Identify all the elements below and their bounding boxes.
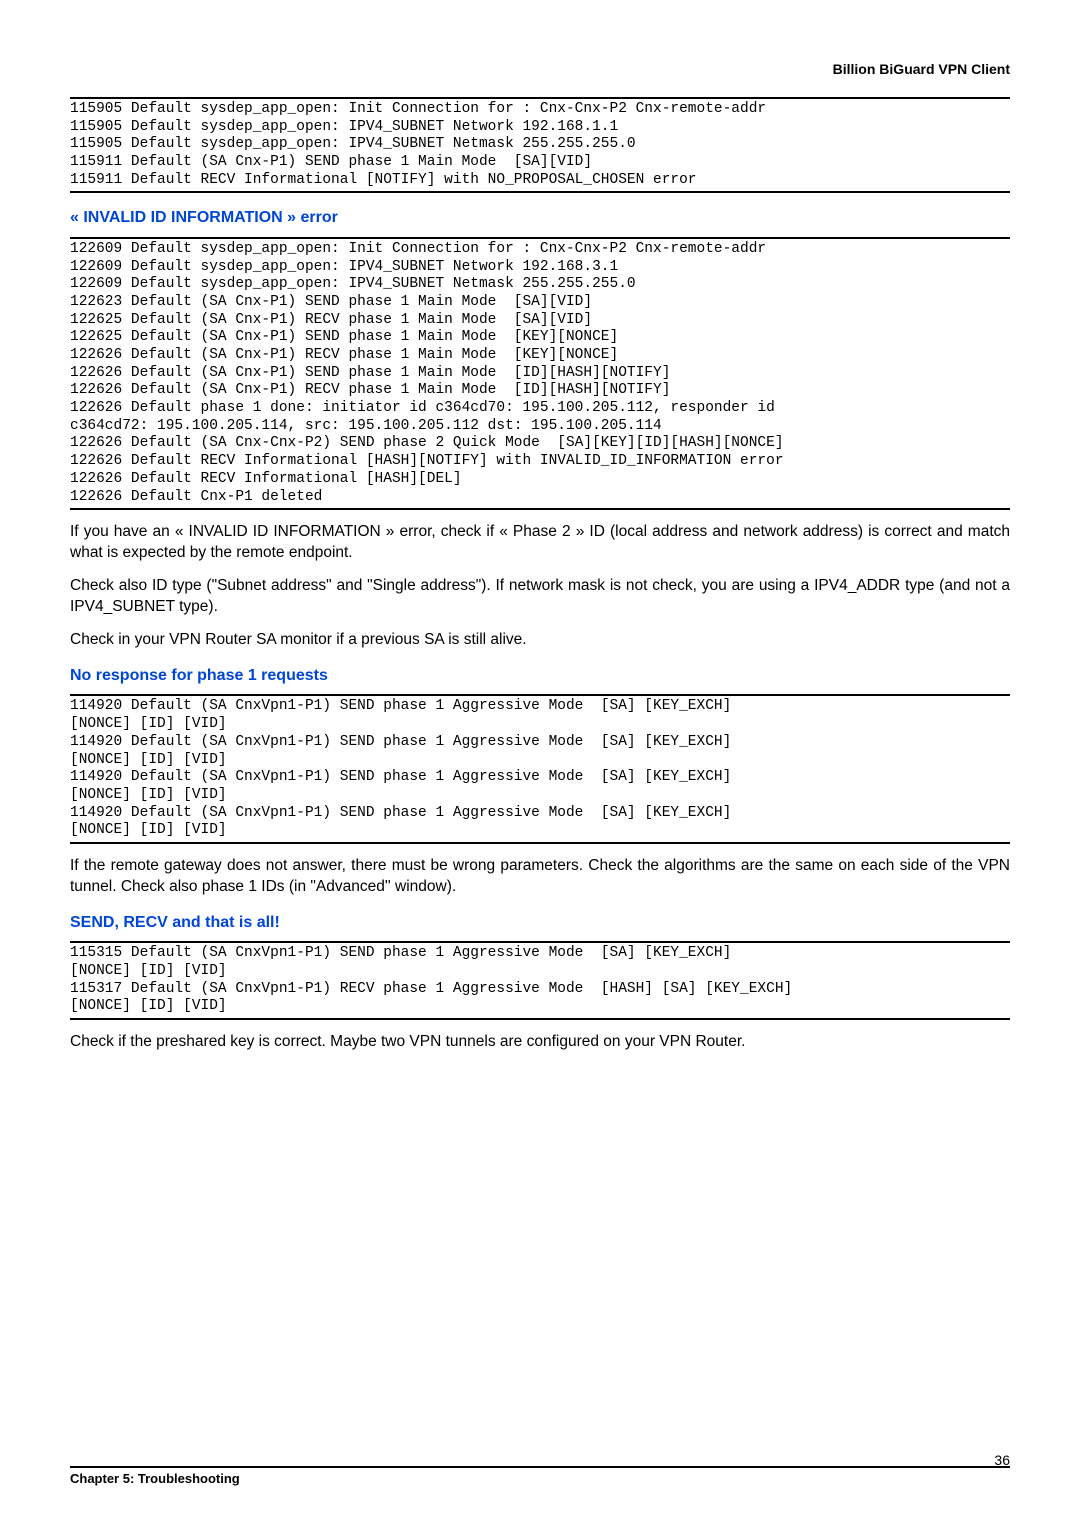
log-block-1: 115905 Default sysdep_app_open: Init Con…	[70, 97, 1010, 193]
paragraph-send-recv: Check if the preshared key is correct. M…	[70, 1032, 1010, 1053]
heading-no-response: No response for phase 1 requests	[70, 665, 1010, 687]
heading-send-recv: SEND, RECV and that is all!	[70, 912, 1010, 934]
paragraph-invalid-id-2: Check also ID type ("Subnet address" and…	[70, 576, 1010, 618]
paragraph-invalid-id-3: Check in your VPN Router SA monitor if a…	[70, 630, 1010, 651]
document-header: Billion BiGuard VPN Client	[70, 60, 1010, 79]
heading-invalid-id: « INVALID ID INFORMATION » error	[70, 207, 1010, 229]
paragraph-invalid-id-1: If you have an « INVALID ID INFORMATION …	[70, 522, 1010, 564]
paragraph-no-response: If the remote gateway does not answer, t…	[70, 856, 1010, 898]
log-block-3: 114920 Default (SA CnxVpn1-P1) SEND phas…	[70, 694, 1010, 844]
log-block-2: 122609 Default sysdep_app_open: Init Con…	[70, 237, 1010, 510]
footer-chapter: Chapter 5: Troubleshooting	[70, 1470, 240, 1488]
footer: Chapter 5: Troubleshooting	[70, 1466, 1010, 1488]
log-block-4: 115315 Default (SA CnxVpn1-P1) SEND phas…	[70, 941, 1010, 1020]
